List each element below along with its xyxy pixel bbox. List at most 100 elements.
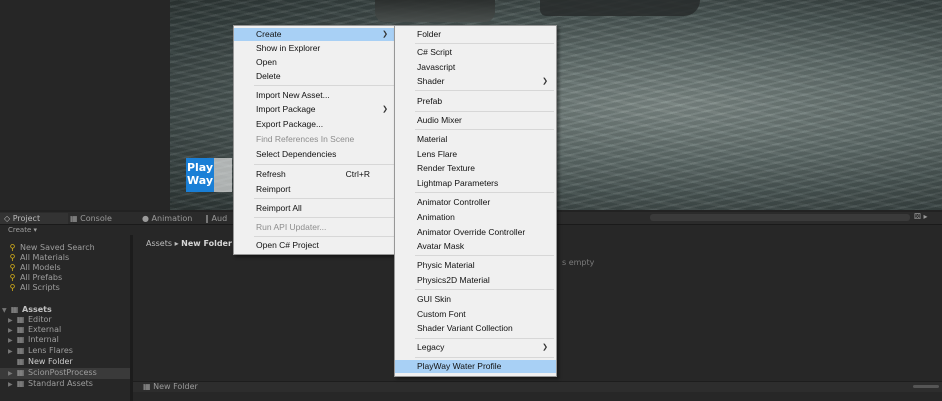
submenu-arrow-icon: ❯: [382, 106, 388, 113]
menu-item-find-references: Find References In Scene: [256, 134, 355, 144]
menu-separator: [415, 111, 554, 112]
folder-icon: ▦: [10, 305, 19, 314]
sidebar-item-internal[interactable]: ▶ ▦ Internal: [8, 335, 59, 345]
submenu-item-custom-font[interactable]: Custom Font: [395, 308, 556, 321]
menu-item-import-package[interactable]: Import Package ❯: [234, 103, 396, 116]
submenu-item-shader-variant-collection[interactable]: Shader Variant Collection: [395, 322, 556, 335]
menu-item-import-new-asset[interactable]: Import New Asset...: [234, 89, 396, 102]
submenu-arrow-icon: ❯: [382, 31, 388, 38]
ship-silhouette: [540, 0, 700, 16]
tab-audio-mixer[interactable]: ‖ Aud: [201, 213, 231, 224]
context-menu: Create ❯ Show in Explorer Open Delete Imp…: [233, 25, 397, 255]
submenu-item-gui-skin[interactable]: GUI Skin: [395, 293, 556, 306]
submenu-item-animator-override-controller[interactable]: Animator Override Controller: [395, 226, 556, 239]
sidebar-item-standard-assets[interactable]: ▶ ▦ Standard Assets: [8, 379, 93, 389]
animation-tab-icon: ●: [142, 214, 152, 223]
folder-icon: ▦: [16, 368, 25, 377]
submenu-item-animation[interactable]: Animation: [395, 211, 556, 224]
submenu-item-physic-material[interactable]: Physic Material: [395, 259, 556, 272]
menu-item-select-dependencies[interactable]: Select Dependencies: [234, 148, 396, 161]
breadcrumb-separator-icon: ▸: [174, 239, 179, 248]
tab-animation[interactable]: ● Animation: [138, 213, 196, 224]
breadcrumb-current[interactable]: New Folder: [181, 239, 232, 248]
submenu-item-shader[interactable]: Shader ❯: [395, 75, 556, 88]
menu-item-reimport[interactable]: Reimport: [234, 183, 396, 196]
create-submenu: Folder C# Script Javascript Shader ❯ Pref…: [394, 25, 557, 377]
menu-separator: [254, 85, 394, 86]
menu-separator: [254, 217, 394, 218]
project-sidebar: ⚲ New Saved Search ⚲ All Materials ⚲ All Mo…: [0, 235, 130, 401]
panel-splitter[interactable]: [130, 235, 133, 401]
submenu-item-lightmap-parameters[interactable]: Lightmap Parameters: [395, 177, 556, 190]
menu-item-export-package[interactable]: Export Package...: [234, 118, 396, 131]
tab-project[interactable]: ◇ Project: [0, 213, 68, 224]
search-icon: ⚲: [9, 273, 16, 282]
menu-item-refresh[interactable]: Refresh Ctrl+R: [234, 168, 396, 181]
menu-separator: [415, 357, 554, 358]
submenu-item-material[interactable]: Material: [395, 133, 556, 146]
search-icon: ⚲: [9, 253, 16, 262]
submenu-item-audio-mixer[interactable]: Audio Mixer: [395, 114, 556, 127]
menu-item-reimport-all[interactable]: Reimport All: [234, 202, 396, 215]
menu-item-open[interactable]: Open: [234, 56, 396, 69]
folder-icon: ▦: [16, 357, 25, 366]
folder-icon: ▦: [143, 382, 154, 391]
folder-empty-message: s empty: [562, 258, 595, 267]
submenu-item-lens-flare[interactable]: Lens Flare: [395, 148, 556, 161]
create-dropdown-button[interactable]: Create ▾: [8, 226, 37, 234]
sidebar-item-all-prefabs[interactable]: ⚲ All Prefabs: [8, 273, 63, 283]
sidebar-item-external[interactable]: ▶ ▦ External: [8, 325, 61, 335]
menu-item-delete[interactable]: Delete: [234, 70, 396, 83]
menu-item-open-csharp-project[interactable]: Open C# Project: [234, 239, 396, 252]
playway-logo: Play Way: [186, 158, 214, 192]
expand-arrow-icon[interactable]: ▶: [8, 336, 16, 346]
submenu-item-folder[interactable]: Folder: [395, 28, 556, 41]
folder-icon: ▦: [16, 325, 25, 334]
sidebar-item-all-materials[interactable]: ⚲ All Materials: [8, 253, 70, 263]
breadcrumb-root[interactable]: Assets: [146, 239, 172, 248]
menu-separator: [415, 43, 554, 44]
menu-separator: [254, 198, 394, 199]
submenu-item-prefab[interactable]: Prefab: [395, 95, 556, 108]
sidebar-item-new-folder[interactable]: ▦ New Folder: [16, 357, 73, 367]
project-tab-icon: ◇: [4, 214, 13, 223]
breadcrumb: Assets ▸ New Folder: [146, 239, 232, 248]
expand-arrow-icon[interactable]: ▶: [8, 347, 16, 357]
ship-hull: [375, 0, 495, 22]
submenu-item-render-texture[interactable]: Render Texture: [395, 162, 556, 175]
search-icon: ⚲: [9, 283, 16, 292]
scene-view-controls[interactable]: ⚄ ▸: [914, 212, 928, 221]
sidebar-item-new-saved-search[interactable]: ⚲ New Saved Search: [8, 243, 95, 253]
submenu-item-avatar-mask[interactable]: Avatar Mask: [395, 240, 556, 253]
sidebar-item-all-models[interactable]: ⚲ All Models: [8, 263, 61, 273]
submenu-arrow-icon: ❯: [542, 344, 548, 351]
submenu-item-playway-water-profile[interactable]: PlayWay Water Profile: [395, 360, 556, 373]
menu-separator: [415, 90, 554, 91]
sidebar-item-lens-flares[interactable]: ▶ ▦ Lens Flares: [8, 346, 73, 356]
sidebar-item-all-scripts[interactable]: ⚲ All Scripts: [8, 283, 60, 293]
expand-arrow-icon[interactable]: ▶: [8, 369, 16, 379]
submenu-item-csharp-script[interactable]: C# Script: [395, 46, 556, 59]
menu-item-create[interactable]: Create ❯: [234, 28, 396, 41]
sidebar-item-editor[interactable]: ▶ ▦ Editor: [8, 315, 52, 325]
sidebar-item-assets[interactable]: ▼ ▦ Assets: [2, 305, 52, 315]
submenu-item-animator-controller[interactable]: Animator Controller: [395, 196, 556, 209]
folder-icon: ▦: [16, 346, 25, 355]
menu-item-run-api-updater: Run API Updater...: [256, 222, 327, 232]
submenu-item-javascript[interactable]: Javascript: [395, 61, 556, 74]
menu-item-show-in-explorer[interactable]: Show in Explorer: [234, 42, 396, 55]
menu-separator: [415, 338, 554, 339]
expand-arrow-icon[interactable]: ▶: [8, 380, 16, 390]
submenu-item-physics2d-material[interactable]: Physics2D Material: [395, 274, 556, 287]
submenu-item-legacy[interactable]: Legacy ❯: [395, 341, 556, 354]
menu-separator: [254, 236, 394, 237]
refresh-shortcut: Ctrl+R: [345, 169, 370, 179]
scene-horizontal-scrollbar[interactable]: [650, 214, 910, 221]
tab-console[interactable]: ▦ Console: [66, 213, 116, 224]
menu-separator: [254, 164, 394, 165]
icon-size-slider[interactable]: [913, 385, 939, 388]
search-icon: ⚲: [9, 263, 16, 272]
menu-separator: [415, 192, 554, 193]
scene-left-panel: [0, 0, 170, 210]
sidebar-item-scion-post-process[interactable]: ▶ ▦ ScionPostProcess: [8, 368, 97, 378]
